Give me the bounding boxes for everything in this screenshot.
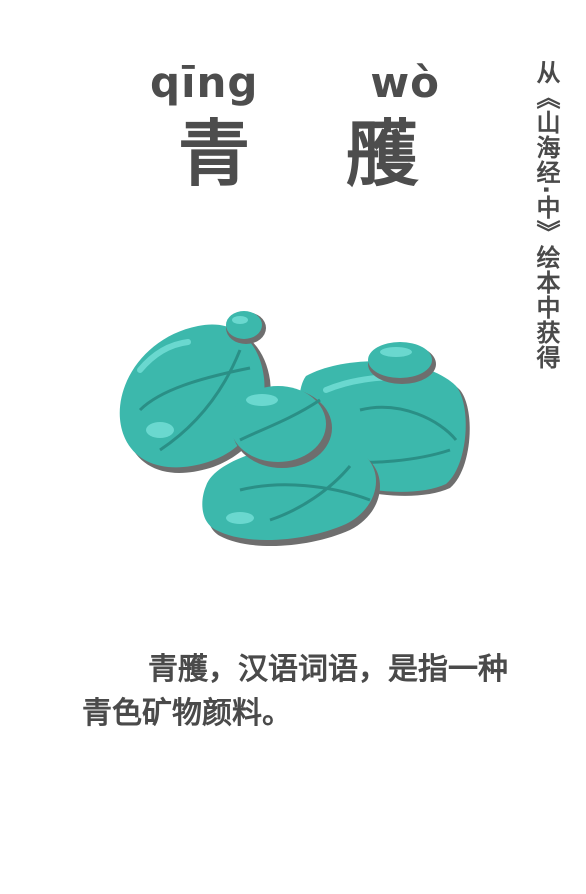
title-char-2: 雘 (345, 112, 418, 196)
word-title: 青 雘 (178, 112, 418, 196)
pinyin-syllable-2: wò (370, 58, 440, 107)
pinyin-row: qīng wò (150, 58, 440, 107)
word-card: qīng wò 青 雘 从《山海经·中》绘本中获得 青雘，汉语词语，是指一种青色… (0, 0, 586, 894)
stone-pebble (368, 342, 436, 384)
word-description: 青雘，汉语词语，是指一种青色矿物颜料。 (82, 652, 508, 731)
title-char-1: 青 (178, 112, 251, 196)
source-note: 从《山海经·中》绘本中获得 (532, 60, 560, 371)
stone-nub (226, 311, 266, 344)
teal-stones-illustration (119, 311, 470, 547)
pinyin-syllable-1: qīng (150, 58, 259, 107)
